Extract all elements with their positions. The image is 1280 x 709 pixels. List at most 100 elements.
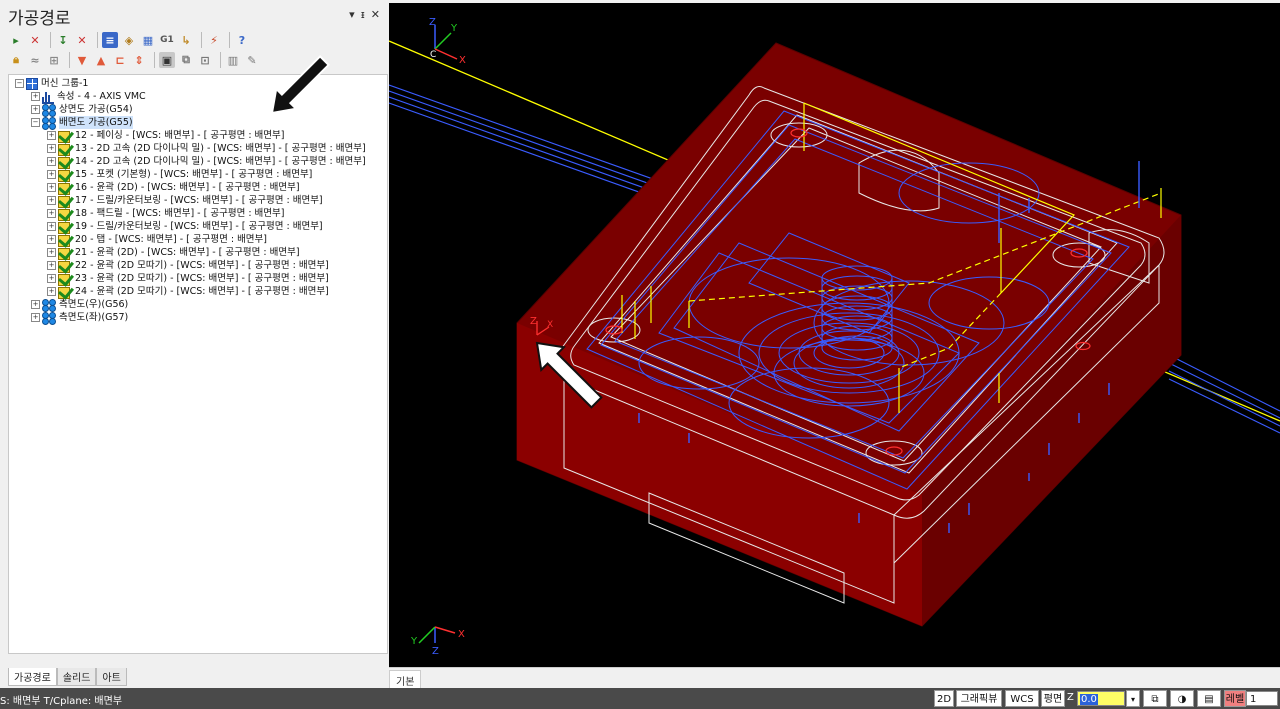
- post-icon[interactable]: ↳: [178, 32, 194, 48]
- regen-dirty-icon[interactable]: ✕: [74, 32, 90, 48]
- shading-button[interactable]: ◑: [1170, 690, 1194, 707]
- help-icon[interactable]: ?: [234, 32, 250, 48]
- status-bar: S: 배면부 T/Cplane: 배면부 2D 그래픽뷰 WCS 평면 Z 0.…: [0, 688, 1280, 709]
- tree-properties-row[interactable]: + 속성 - 4 - AXIS VMC: [31, 90, 146, 104]
- panel-pin-button[interactable]: ᵻ: [361, 8, 365, 21]
- verify-icon[interactable]: ◈: [121, 32, 137, 48]
- operation-label: 23 - 윤곽 (2D 모따기) - [WCS: 배면부] - [ 공구평면 :…: [75, 273, 329, 284]
- operation-icon: [57, 230, 75, 248]
- insert-arrow-icon[interactable]: ⊏: [112, 52, 128, 68]
- display-selected-icon[interactable]: ⧉: [178, 52, 194, 68]
- z-label: Z: [1067, 692, 1074, 703]
- tab-solids[interactable]: 솔리드: [56, 668, 97, 686]
- plane-button[interactable]: 평면: [1041, 690, 1065, 707]
- toggle-display-icon[interactable]: ≈: [27, 52, 43, 68]
- operation-label: 19 - 드릴/카운터보링 - [WCS: 배면부] - [ 공구평면 : 배면…: [75, 221, 323, 232]
- z-dropdown-button[interactable]: ▾: [1126, 690, 1140, 707]
- part-view: Z X Z Y X C Y Z X: [389, 17, 1280, 657]
- operation-label: 24 - 윤곽 (2D 모따기) - [WCS: 배면부] - [ 공구평면 :…: [75, 286, 329, 297]
- properties-icon: [42, 90, 54, 104]
- graphic-view-button[interactable]: 그래픽뷰: [956, 690, 1002, 707]
- operation-label: 12 - 페이싱 - [WCS: 배면부] - [ 공구평면 : 배면부]: [75, 130, 285, 141]
- panel-close-button[interactable]: ✕: [371, 8, 380, 21]
- machine-group-label: 머신 그룹-1: [41, 78, 89, 89]
- tree-plane-row[interactable]: + 상면도 가공(G54): [31, 103, 133, 117]
- stock-icon[interactable]: ⊡: [197, 52, 213, 68]
- toolpath-manager-panel: 가공경로 ▾ ᵻ ✕ ▸ ✕ ↧ ✕ ≡ ◈ ▦ G1 ↳ ⚡ ? 🔒︎ ≈ ⊞…: [4, 0, 388, 688]
- tree-root-row[interactable]: − 머신 그룹-1: [15, 77, 88, 90]
- gnomon-c-label: C: [430, 50, 436, 60]
- operation-label: 14 - 2D 고속 (2D 다이나믹 밀) - [WCS: 배면부] - [ …: [75, 156, 366, 167]
- toggle-post-icon[interactable]: ⊞: [46, 52, 62, 68]
- toolpath-group-icon: [42, 311, 56, 325]
- operation-icon: [57, 152, 75, 170]
- tab-toolpaths[interactable]: 가공경로: [8, 668, 57, 686]
- operation-row[interactable]: +14 - 2D 고속 (2D 다이나믹 밀) - [WCS: 배면부] - […: [47, 152, 366, 170]
- viewport-tab-bar: 기본: [389, 667, 1280, 691]
- panel-bottom-tabs: 가공경로 솔리드 아트: [8, 668, 127, 686]
- level-input[interactable]: 1: [1246, 691, 1278, 706]
- wcs-button[interactable]: WCS: [1005, 690, 1039, 707]
- operation-label: 17 - 드릴/카운터보링 - [WCS: 배면부] - [ 공구평면 : 배면…: [75, 195, 323, 206]
- operation-row[interactable]: +17 - 드릴/카운터보링 - [WCS: 배면부] - [ 공구평면 : 배…: [47, 191, 323, 209]
- part-gnomon-z-label: Z: [530, 316, 537, 327]
- backplot-icon[interactable]: ≡: [102, 32, 118, 48]
- operation-row[interactable]: +20 - 탭 - [WCS: 배면부] - [ 공구평면 : 배면부]: [47, 230, 267, 248]
- select-only-icon[interactable]: ▣: [159, 52, 175, 68]
- view-gnomon-top: Z Y X C: [429, 17, 466, 66]
- panel-title-buttons: ▾ ᵻ ✕: [349, 8, 380, 21]
- operation-icon: [57, 217, 75, 235]
- operation-icon: [57, 282, 75, 300]
- panel-dropdown-button[interactable]: ▾: [349, 8, 355, 21]
- operation-icon: [57, 139, 75, 157]
- toolpath-editor-icon[interactable]: ▥: [225, 52, 241, 68]
- operation-row[interactable]: +22 - 윤곽 (2D 모따기) - [WCS: 배면부] - [ 공구평면 …: [47, 256, 329, 274]
- status-plane-info: S: 배면부 T/Cplane: 배면부: [0, 696, 123, 707]
- operation-row[interactable]: +23 - 윤곽 (2D 모따기) - [WCS: 배면부] - [ 공구평면 …: [47, 269, 329, 287]
- color-button[interactable]: ⧉: [1143, 690, 1167, 707]
- operation-row[interactable]: +18 - 팩드릴 - [WCS: 배면부] - [ 공구평면 : 배면부]: [47, 204, 285, 222]
- gnomon-bottom-z-label: Z: [432, 646, 439, 657]
- simulate-icon[interactable]: ▦: [140, 32, 156, 48]
- tab-art[interactable]: 아트: [96, 668, 127, 686]
- operation-label: 21 - 윤곽 (2D) - [WCS: 배면부] - [ 공구평면 : 배면부…: [75, 247, 300, 258]
- move-down-icon[interactable]: ▼: [74, 52, 90, 68]
- select-all-icon[interactable]: ▸: [8, 32, 24, 48]
- operation-label: 15 - 포켓 (기본형) - [WCS: 배면부] - [ 공구평면 : 배면…: [75, 169, 313, 180]
- lock-icon[interactable]: 🔒︎: [8, 52, 24, 68]
- tree-plane-row[interactable]: − 배면도 가공(G55): [31, 116, 133, 130]
- z-depth-value: 0.0: [1080, 694, 1098, 705]
- tree-plane-row[interactable]: + 측면도(좌)(G57): [31, 311, 128, 325]
- move-up-icon[interactable]: ▲: [93, 52, 109, 68]
- operation-row[interactable]: +21 - 윤곽 (2D) - [WCS: 배면부] - [ 공구평면 : 배면…: [47, 243, 300, 261]
- operation-row[interactable]: +12 - 페이싱 - [WCS: 배면부] - [ 공구평면 : 배면부]: [47, 126, 285, 144]
- deselect-icon[interactable]: ✕: [27, 32, 43, 48]
- properties-label: 속성 - 4 - AXIS VMC: [57, 91, 146, 102]
- z-depth-input[interactable]: 0.0: [1077, 691, 1125, 706]
- operation-row[interactable]: +19 - 드릴/카운터보링 - [WCS: 배면부] - [ 공구평면 : 배…: [47, 217, 323, 235]
- graphics-viewport[interactable]: Z X Z Y X C Y Z X: [389, 3, 1280, 667]
- options-icon[interactable]: ✎: [244, 52, 260, 68]
- view-gnomon-bottom: Y Z X: [410, 626, 465, 657]
- toolpath-tree[interactable]: − 머신 그룹-1 + 속성 - 4 - AXIS VMC + 상면도 가공(G…: [8, 74, 388, 654]
- scroll-arrows-icon[interactable]: ⇕: [131, 52, 147, 68]
- plane-label-selected: 배면도 가공(G55): [59, 116, 133, 129]
- operation-row[interactable]: +16 - 윤곽 (2D) - [WCS: 배면부] - [ 공구평면 : 배면…: [47, 178, 300, 196]
- operation-icon: [57, 126, 75, 144]
- operation-label: 18 - 팩드릴 - [WCS: 배면부] - [ 공구평면 : 배면부]: [75, 208, 285, 219]
- highfeed-icon[interactable]: ⚡: [206, 32, 222, 48]
- operation-icon: [57, 165, 75, 183]
- level-button[interactable]: 레벨: [1224, 690, 1246, 707]
- g1-icon[interactable]: G1: [159, 32, 175, 48]
- tree-plane-row[interactable]: + 측면도(우)(G56): [31, 298, 128, 312]
- operation-row[interactable]: +24 - 윤곽 (2D 모따기) - [WCS: 배면부] - [ 공구평면 …: [47, 282, 329, 300]
- toolbar-row-1: ▸ ✕ ↧ ✕ ≡ ◈ ▦ G1 ↳ ⚡ ?: [8, 31, 253, 49]
- operation-row[interactable]: +13 - 2D 고속 (2D 다이나믹 밀) - [WCS: 배면부] - […: [47, 139, 366, 157]
- operation-icon: [57, 256, 75, 274]
- attributes-button[interactable]: ▤: [1197, 690, 1221, 707]
- panel-title: 가공경로: [8, 9, 71, 29]
- operation-row[interactable]: +15 - 포켓 (기본형) - [WCS: 배면부] - [ 공구평면 : 배…: [47, 165, 313, 183]
- 2d-button[interactable]: 2D: [934, 690, 954, 707]
- regen-selected-icon[interactable]: ↧: [55, 32, 71, 48]
- operation-label: 20 - 탭 - [WCS: 배면부] - [ 공구평면 : 배면부]: [75, 234, 267, 245]
